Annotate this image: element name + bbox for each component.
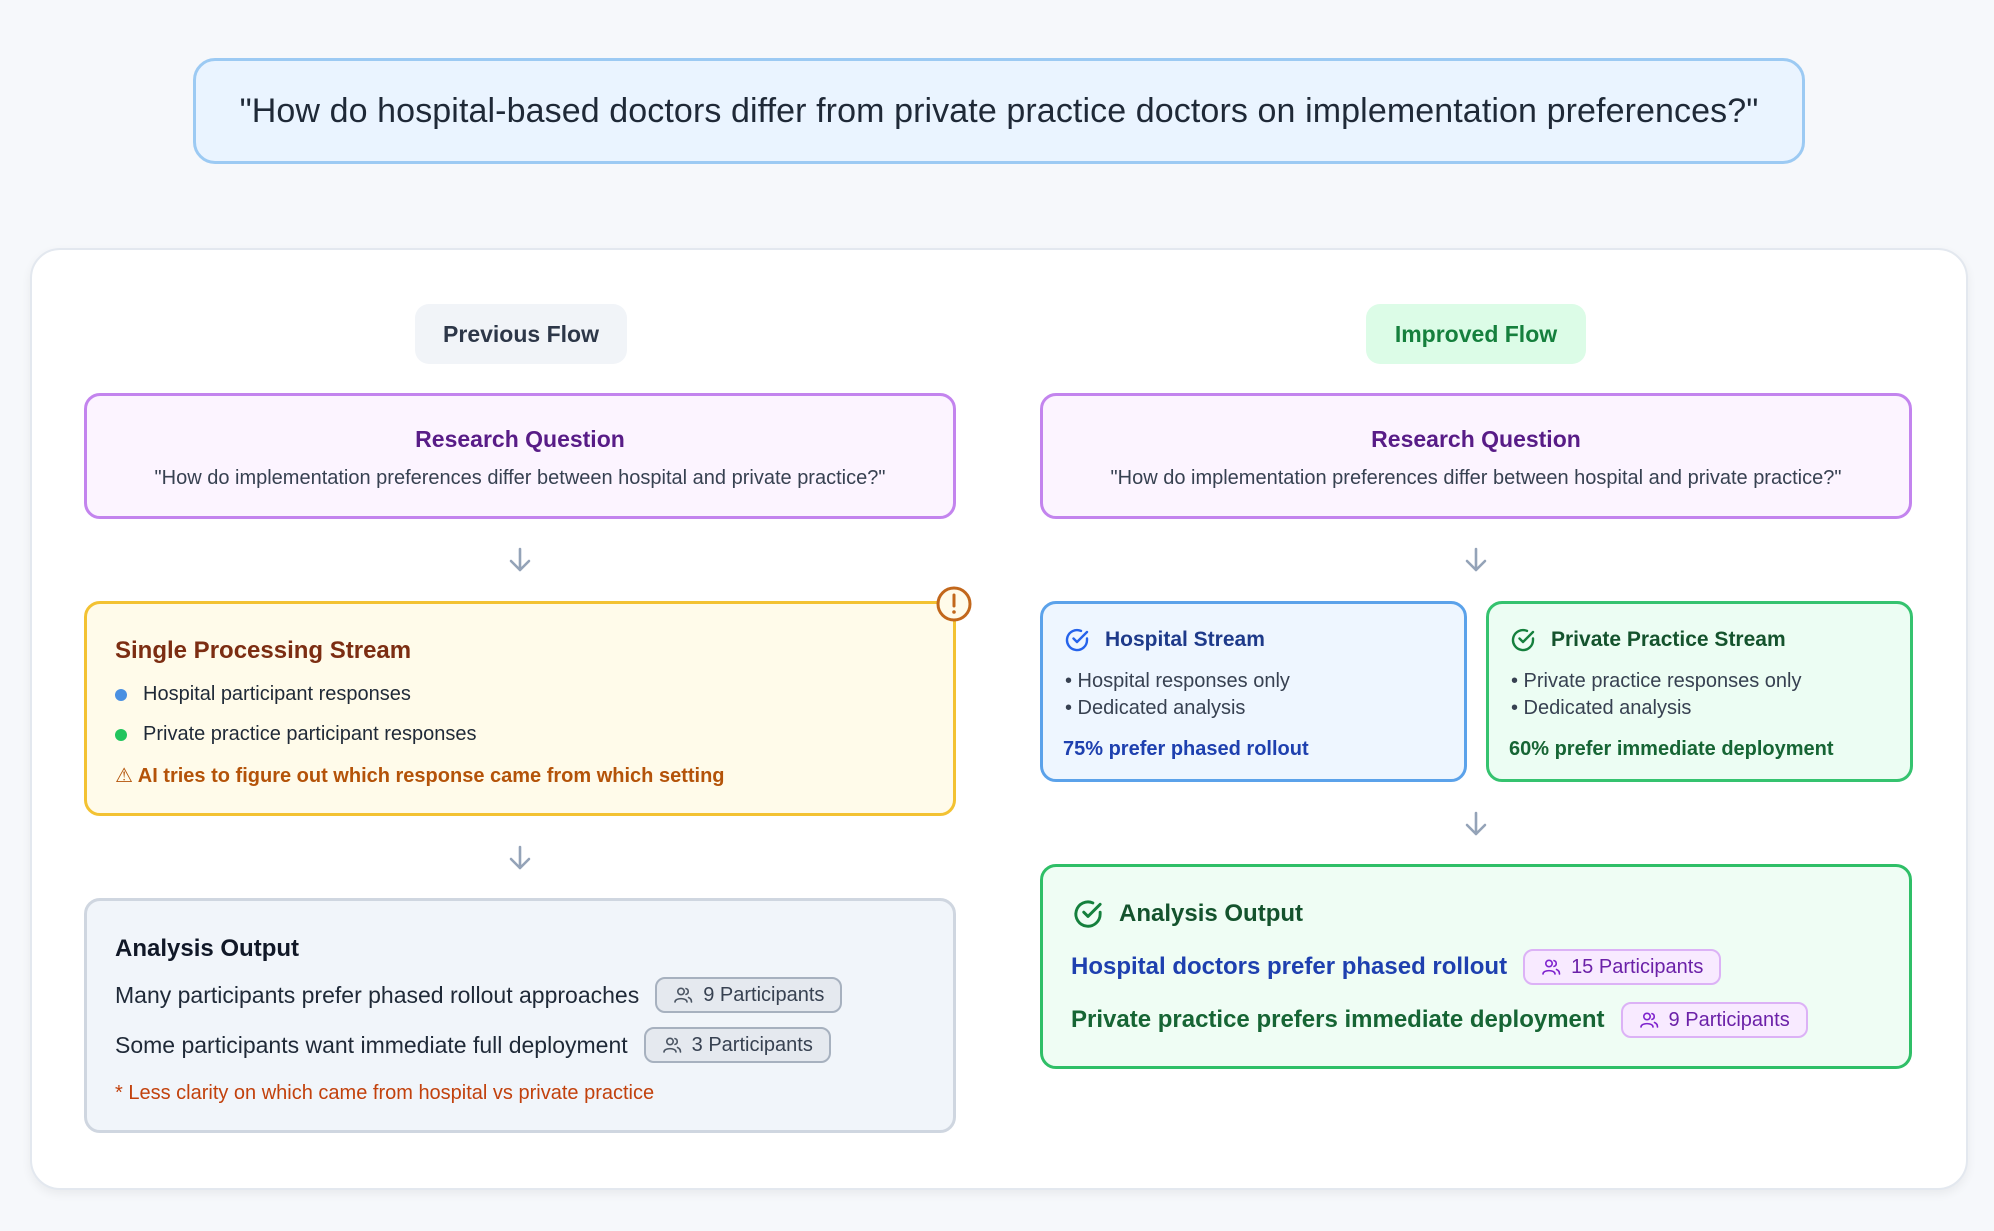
bullet-hospital-responses: Hospital participant responses [115,683,411,706]
previous-research-question: Research Question "How do implementation… [84,393,956,519]
badge-text: 3 Participants [691,1033,813,1056]
stream-line: • Dedicated analysis [1065,697,1246,719]
check-circle-icon [1511,628,1535,652]
warning-text: ⚠ AI tries to figure out which response … [115,765,725,787]
output-header: Analysis Output [1071,897,1303,931]
research-question-title: Research Question [1371,426,1581,452]
output-row: Many participants prefer phased rollout … [115,977,843,1013]
improved-flow-label-text: Improved Flow [1394,320,1558,347]
stream-line: • Dedicated analysis [1511,697,1692,719]
green-dot-icon [115,728,127,741]
research-question-text: "How do implementation preferences diffe… [1110,467,1842,489]
stream-line: • Hospital responses only [1065,670,1290,692]
research-question-text: "How do implementation preferences diffe… [154,467,886,489]
stream-title: Single Processing Stream [115,637,412,664]
previous-flow-label: Previous Flow [415,304,627,364]
arrow-down-icon [1461,809,1491,839]
arrow-down-icon [505,545,535,575]
improved-analysis-output: Analysis Output Hospital doctors prefer … [1040,864,1912,1069]
output-row: Some participants want immediate full de… [115,1027,831,1063]
stream-header: Private Practice Stream [1509,626,1786,654]
output-row-text: Private practice prefers immediate deplo… [1071,1006,1605,1033]
badge-text: 15 Participants [1571,955,1704,978]
previous-analysis-output: Analysis Output Many participants prefer… [84,898,956,1133]
output-title: Analysis Output [1119,900,1304,927]
participants-badge[interactable]: 3 Participants [643,1027,831,1063]
output-row: Hospital doctors prefer phased rollout 1… [1071,949,1722,985]
stream-stat: 60% prefer immediate deployment [1509,738,1834,760]
bullet-text: Private practice participant responses [143,723,477,745]
bullet-text: Hospital participant responses [143,683,411,705]
question-banner: "How do hospital-based doctors differ fr… [193,58,1805,164]
alert-circle-icon [935,585,973,623]
users-icon [1542,959,1561,975]
output-row: Private practice prefers immediate deplo… [1071,1002,1808,1038]
stream-header: Hospital Stream [1063,626,1265,654]
page: "How do hospital-based doctors differ fr… [0,0,1994,1231]
blue-dot-icon [115,688,127,701]
badge-text: 9 Participants [703,983,825,1006]
stream-title: Hospital Stream [1105,628,1265,651]
stream-line: • Private practice responses only [1511,670,1802,692]
users-icon [1639,1012,1658,1028]
clarity-note: * Less clarity on which came from hospit… [115,1082,655,1104]
private-practice-stream: Private Practice Stream • Private practi… [1486,601,1913,782]
participants-badge[interactable]: 9 Participants [1620,1002,1808,1038]
arrow-down-icon [1461,545,1491,575]
output-row-text: Hospital doctors prefer phased rollout [1071,953,1508,980]
arrow-down-icon [505,843,535,873]
output-row-text: Many participants prefer phased rollout … [115,981,640,1008]
improved-flow-label: Improved Flow [1366,304,1586,364]
output-row-text: Some participants want immediate full de… [115,1031,628,1058]
check-circle-icon [1074,900,1102,928]
users-icon [662,1037,681,1053]
stream-stat: 75% prefer phased rollout [1063,738,1309,760]
output-title: Analysis Output [115,935,300,962]
improved-research-question: Research Question "How do implementation… [1040,393,1912,519]
question-text: "How do hospital-based doctors differ fr… [239,91,1759,130]
previous-flow-label-text: Previous Flow [443,320,599,347]
research-question-title: Research Question [415,426,625,452]
hospital-stream: Hospital Stream • Hospital responses onl… [1040,601,1467,782]
bullet-private-responses: Private practice participant responses [115,723,477,746]
participants-badge[interactable]: 9 Participants [655,977,843,1013]
badge-text: 9 Participants [1668,1008,1790,1031]
check-circle-icon [1065,628,1089,652]
users-icon [674,987,693,1003]
stream-title: Private Practice Stream [1551,628,1786,651]
participants-badge[interactable]: 15 Participants [1523,949,1722,985]
single-processing-stream: Single Processing Stream Hospital partic… [84,601,956,816]
